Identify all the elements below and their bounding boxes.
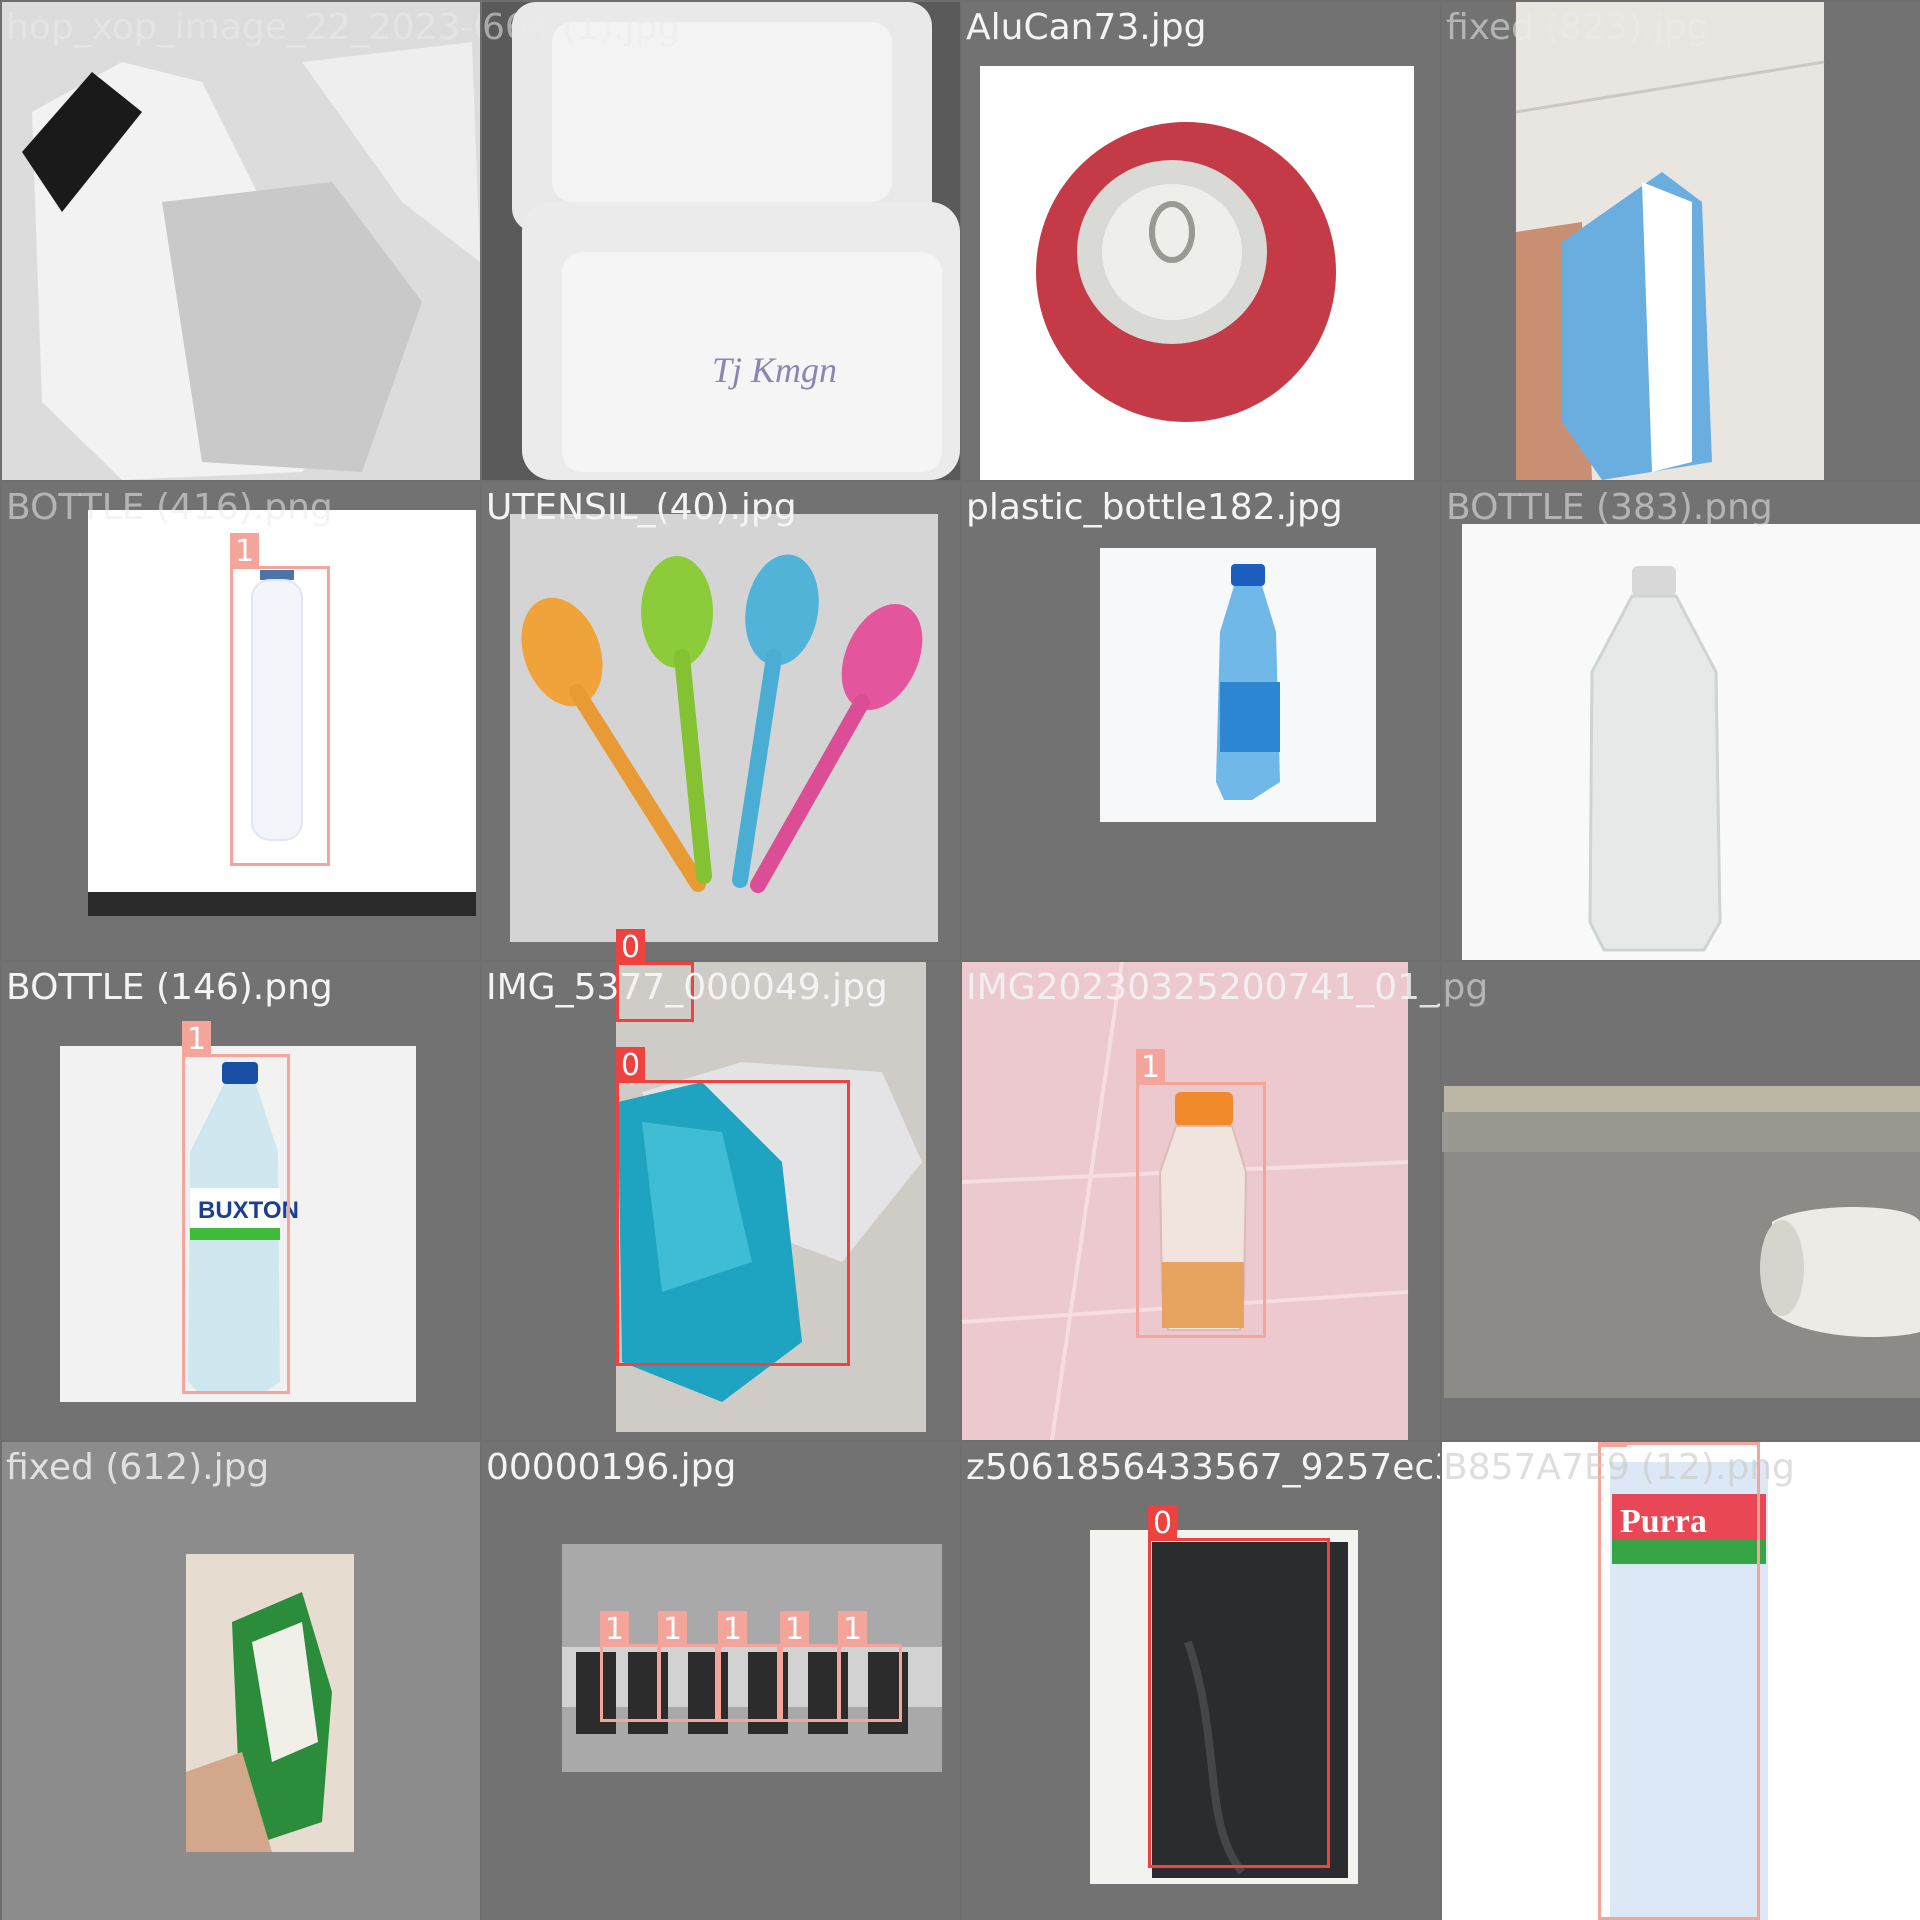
bbox-class-label: 1 <box>1136 1049 1166 1085</box>
tile-filename: AluCan73.jpg <box>966 7 1207 48</box>
bbox: 0 <box>1148 1505 1330 1868</box>
tile-10[interactable]: 0 0 IMG_5377_000049.jpg <box>482 929 960 1440</box>
tile-filename: BOTTLE (383).png <box>1446 487 1773 528</box>
bbox: 1 <box>838 1611 902 1722</box>
photo-foam-box-bag <box>2 2 480 480</box>
bbox-class-label: 1 <box>182 1021 212 1057</box>
photo-plastic-spoons <box>510 514 938 942</box>
tile-2[interactable]: Tj Kmgn 664 (1).jpg <box>482 2 960 480</box>
tile-8[interactable]: BOTTLE (383).png <box>1442 482 1920 960</box>
tile-4[interactable]: fixed (823).jpg <box>1442 2 1920 480</box>
bbox-class-label: 1 <box>718 1611 748 1647</box>
tile-filename: fixed (612).jpg <box>6 1447 270 1488</box>
tile-11[interactable]: 1 IMG20230325200741_01_jpg.rf.d9c83b95e5… <box>962 962 1440 1440</box>
tile-filename: UTENSIL_(40).jpg <box>486 487 797 528</box>
bbox: 1 <box>658 1611 718 1722</box>
tile-filename: hop_xop_image_22_2023-03-06_13-35-12.jpg <box>6 7 480 48</box>
tile-6[interactable]: UTENSIL_(40).jpg <box>482 482 960 960</box>
bbox-class-label: 1 <box>230 533 260 569</box>
bbox-class-label: 0 <box>1148 1505 1178 1541</box>
bbox-class-label: 1 <box>780 1611 810 1647</box>
tile-filename: BOTTLE (416).png <box>6 487 333 528</box>
bbox-class-label: 1 <box>600 1611 630 1647</box>
bbox: 1 <box>600 1611 660 1722</box>
tile-filename: 00000196.jpg <box>486 1447 737 1488</box>
bbox-class-label: 1 <box>658 1611 688 1647</box>
tile-filename: 664 (1).jpg <box>482 7 681 48</box>
bbox: 1 <box>780 1611 840 1722</box>
tile-9[interactable]: BUXTON 1 BOTTLE (146).png <box>2 962 480 1440</box>
photo-snack-pack-hand <box>1515 2 1825 480</box>
photo-foam-container: Tj Kmgn <box>482 2 960 480</box>
tile-12[interactable]: 33f_trash.jpg <box>1442 962 1920 1440</box>
photo-crushed-can <box>980 66 1414 480</box>
photo-blue-water-bottle <box>1100 548 1376 822</box>
photo-snack-pack-hand <box>186 1554 354 1852</box>
tile-14[interactable]: 1 1 1 1 1 00000196.jpg <box>482 1442 960 1920</box>
tile-filename: B857A7E9 (12).png <box>1443 1447 1795 1488</box>
tile-16[interactable]: Purra 1 B857A7E9 (12).png <box>1442 1442 1920 1920</box>
bbox: 1 <box>182 1021 290 1394</box>
svg-text:Tj Kmgn: Tj Kmgn <box>712 350 837 390</box>
bbox: 1 <box>1136 1049 1266 1338</box>
tile-5[interactable]: 1 BOTTLE (416).png <box>2 482 480 960</box>
tile-13[interactable]: fixed (612).jpg <box>2 1442 480 1920</box>
tile-filename: IMG20230325200741_01_jpg.rf.d9c83b95e58c <box>966 967 1440 1008</box>
bbox-class-label: 1 <box>838 1611 868 1647</box>
bbox-class-label: 0 <box>616 1047 646 1083</box>
photo-clear-bottle <box>1462 524 1920 960</box>
bbox: 1 <box>718 1611 780 1722</box>
bbox: 1 <box>1598 1442 1760 1920</box>
bbox: 0 <box>616 1047 850 1366</box>
tile-filename: BOTTLE (146).png <box>6 967 333 1008</box>
tile-filename: IMG_5377_000049.jpg <box>486 967 888 1008</box>
tile-7[interactable]: plastic_bottle182.jpg <box>962 482 1440 960</box>
bbox-class-label: 0 <box>616 929 646 965</box>
tile-1[interactable]: hop_xop_image_22_2023-03-06_13-35-12.jpg <box>2 2 480 480</box>
tile-filename: fixed (823).jpg <box>1446 7 1710 48</box>
image-grid: hop_xop_image_22_2023-03-06_13-35-12.jpg… <box>0 0 1920 1920</box>
tile-filename: z5061856433567_9257ec39 <box>966 1447 1440 1488</box>
tile-3[interactable]: AluCan73.jpg <box>962 2 1440 480</box>
bbox: 1 <box>230 533 330 866</box>
photo-beach-trash <box>1442 1086 1920 1398</box>
tile-15[interactable]: 0 z5061856433567_9257ec39 <box>962 1442 1440 1920</box>
tile-filename: plastic_bottle182.jpg <box>966 487 1343 528</box>
tile-filename: 33f_trash.jpg <box>1442 967 1489 1008</box>
